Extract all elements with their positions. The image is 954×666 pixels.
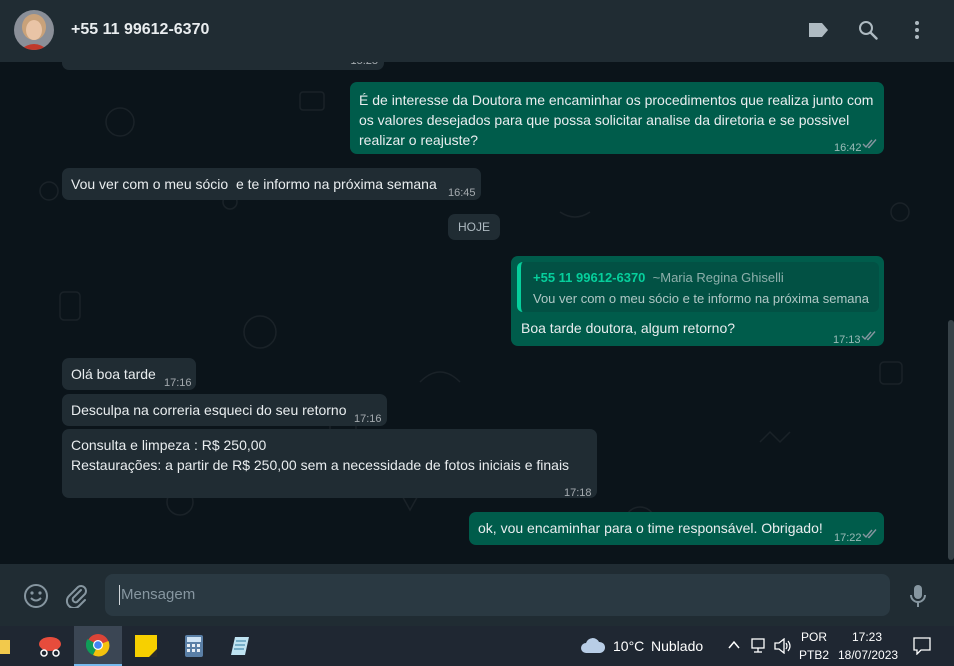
scrollbar[interactable] — [948, 320, 954, 560]
clock-date[interactable]: 18/07/2023 — [838, 648, 898, 662]
message-text: realizar o reajuste? — [359, 132, 479, 148]
volume-icon[interactable] — [774, 638, 792, 654]
message-text: Consulta e limpeza : R$ 250,00 — [71, 437, 267, 453]
message-text: Vou ver com o meu sócio e te informo na … — [71, 176, 437, 192]
message-time: 16:45 — [448, 187, 476, 199]
clock-time[interactable]: 17:23 — [852, 630, 882, 644]
message-incoming[interactable]: Consulta e limpeza : R$ 250,00 Restauraç… — [62, 429, 597, 499]
quoted-message[interactable]: +55 11 99612-6370 ~Maria Regina Ghiselli… — [517, 262, 879, 312]
day-separator: HOJE — [448, 214, 500, 240]
chrome-icon[interactable] — [74, 626, 122, 666]
language-indicator[interactable]: POR — [801, 630, 827, 644]
weather-widget[interactable]: 10°C Nublado — [578, 626, 714, 666]
message-text: Olá boa tarde — [71, 366, 156, 382]
notification-icon[interactable] — [913, 637, 931, 655]
message-text: Restaurações: a partir de R$ 250,00 sem … — [71, 457, 570, 473]
quoted-author: +55 11 99612-6370 — [533, 270, 646, 285]
sticky-notes-icon[interactable] — [122, 626, 170, 666]
cloud-icon — [581, 638, 606, 653]
keyboard-layout[interactable]: PTB2 — [799, 648, 829, 662]
message-time: 17:18 — [564, 487, 592, 499]
message-outgoing[interactable]: ok, vou encaminhar para o time responsáv… — [469, 512, 884, 545]
quoted-text: Vou ver com o meu sócio e te informo na … — [533, 291, 869, 306]
menu-icon[interactable] — [905, 18, 929, 42]
message-input-placeholder: Mensagem — [121, 586, 196, 603]
message-time: 17:22 — [834, 532, 862, 544]
search-icon[interactable] — [856, 18, 880, 42]
composer-bar: Mensagem — [0, 564, 954, 626]
message-text: É de interesse da Doutora me encaminhar … — [359, 92, 874, 108]
message-text: Desculpa na correria esqueci do seu reto… — [71, 402, 347, 418]
message-time: 17:16 — [354, 413, 382, 425]
message-input[interactable]: Mensagem — [105, 574, 890, 616]
message-time: 17:16 — [164, 377, 192, 389]
message-text: os valores desejados para que possa soli… — [359, 112, 850, 128]
message-outgoing[interactable]: É de interesse da Doutora me encaminhar … — [350, 82, 884, 154]
chevron-up-icon[interactable] — [728, 640, 740, 650]
message-time: 17:13 — [833, 334, 861, 346]
network-icon[interactable] — [751, 638, 769, 654]
message-outgoing-reply[interactable]: +55 11 99612-6370 ~Maria Regina Ghiselli… — [511, 256, 884, 346]
windows-taskbar: 10°C Nublado POR PTB2 17:23 18/07/2023 — [0, 626, 954, 666]
label-icon[interactable] — [806, 18, 830, 42]
message-incoming[interactable]: Vou ver com o meu sócio e te informo na … — [62, 168, 481, 200]
message-incoming[interactable]: Olá boa tarde 17:16 — [62, 358, 196, 390]
message-list[interactable]: 15:28 É de interesse da Doutora me encam… — [0, 62, 954, 564]
message-text: Boa tarde doutora, algum retorno? — [521, 320, 736, 336]
quoted-pushname: ~Maria Regina Ghiselli — [652, 270, 784, 285]
calculator-icon[interactable] — [170, 626, 218, 666]
file-explorer-icon[interactable] — [0, 626, 24, 666]
contact-name[interactable]: +55 11 99612-6370 — [71, 21, 209, 39]
read-receipt-icon — [862, 139, 877, 149]
message-time: 16:42 — [834, 142, 862, 154]
microphone-icon[interactable] — [905, 583, 931, 609]
message-incoming[interactable]: 15:28 — [62, 62, 384, 70]
contact-avatar[interactable] — [14, 10, 54, 50]
message-incoming[interactable]: Desculpa na correria esqueci do seu reto… — [62, 394, 387, 426]
snipping-tool-icon[interactable] — [26, 626, 74, 666]
weather-condition: Nublado — [651, 638, 704, 654]
message-text: ok, vou encaminhar para o time responsáv… — [478, 520, 823, 536]
attach-icon[interactable] — [64, 583, 90, 609]
text-caret — [119, 585, 120, 605]
read-receipt-icon — [861, 331, 876, 341]
emoji-icon[interactable] — [23, 583, 49, 609]
read-receipt-icon — [862, 529, 877, 539]
weather-temp: 10°C — [613, 638, 645, 654]
chat-header: +55 11 99612-6370 — [0, 0, 954, 62]
notepad-icon[interactable] — [218, 626, 266, 666]
message-time: 15:28 — [350, 62, 378, 71]
